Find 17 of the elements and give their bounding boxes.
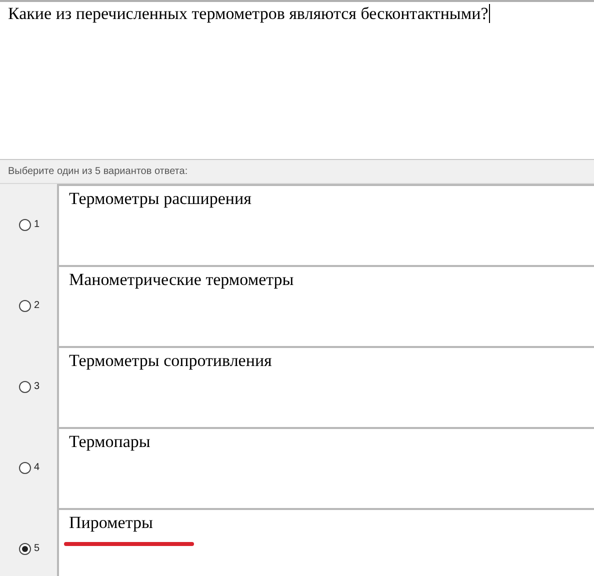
radio-button[interactable]	[19, 462, 31, 474]
option-number: 5	[34, 543, 40, 554]
option-number: 1	[34, 219, 40, 230]
question-text: Какие из перечисленных термометров являются бесконтактными?	[8, 4, 490, 23]
option-number: 4	[34, 462, 40, 473]
instruction-text: Выберите один из 5 вариантов ответа:	[8, 166, 188, 177]
radio-button[interactable]	[19, 542, 31, 554]
option-text: Термометры расширения	[69, 189, 252, 209]
radio-button[interactable]	[19, 380, 31, 392]
option-text: Манометрические термометры	[69, 270, 294, 290]
option-number: 3	[34, 381, 40, 392]
radio-button[interactable]	[19, 300, 31, 312]
option-text: Термопары	[69, 432, 150, 452]
option-number: 2	[34, 300, 40, 311]
radio-button[interactable]	[19, 218, 31, 230]
option-text: Термометры сопротивления	[69, 351, 272, 371]
option-text: Пирометры	[69, 513, 153, 533]
